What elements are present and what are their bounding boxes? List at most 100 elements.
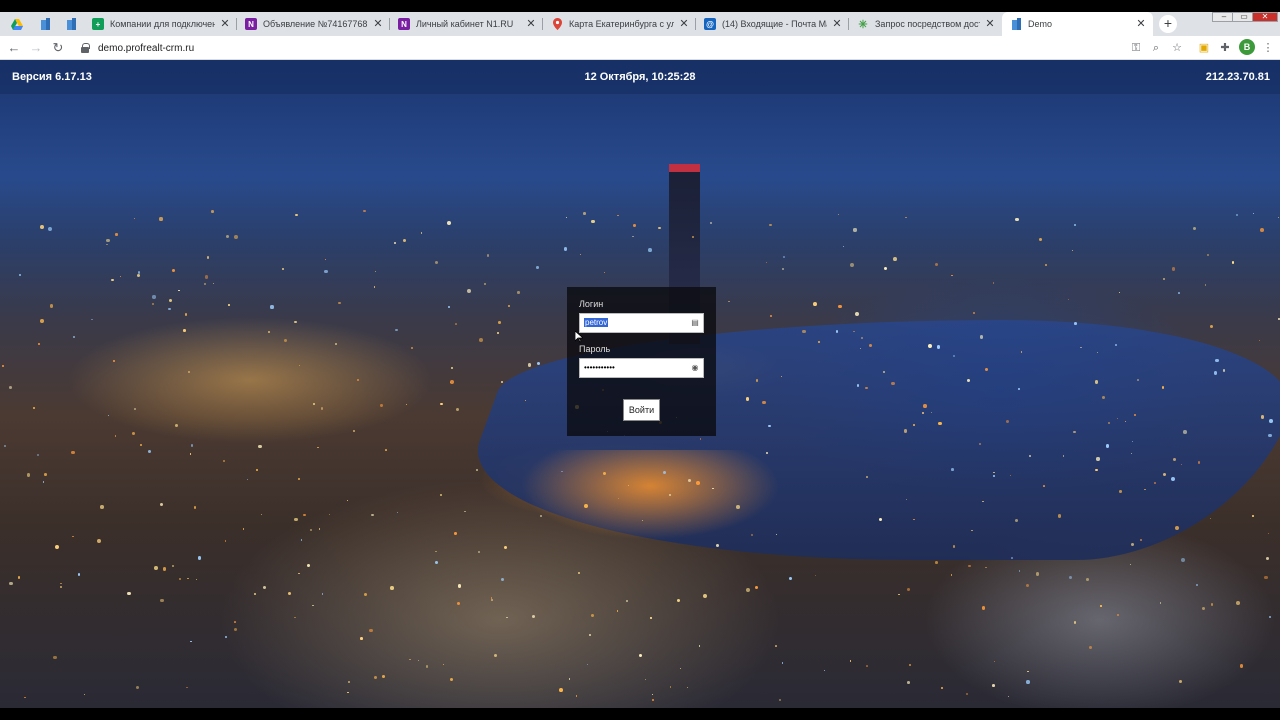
city-light (709, 221, 712, 224)
city-light (698, 644, 701, 647)
city-light (224, 540, 227, 543)
menu-dots-icon[interactable]: ⋮ (1260, 40, 1276, 56)
city-light (370, 513, 374, 517)
close-tab-icon[interactable]: ✕ (678, 18, 690, 30)
close-tab-icon[interactable]: ✕ (1135, 18, 1147, 30)
city-light (318, 528, 321, 531)
city-light (268, 330, 271, 333)
city-light (256, 468, 259, 471)
city-light (242, 527, 245, 530)
autofill-card-icon[interactable]: ▤ (690, 318, 700, 328)
n1-icon: N (245, 18, 257, 30)
reload-button[interactable]: ↻ (49, 39, 67, 57)
city-light (108, 415, 110, 417)
login-label: Логин (579, 299, 604, 309)
close-tab-icon[interactable]: ✕ (984, 18, 996, 30)
city-light (347, 691, 349, 694)
city-light (1207, 253, 1210, 256)
city-light (134, 408, 136, 411)
city-light (1085, 578, 1089, 581)
city-light (382, 674, 386, 678)
city-light (632, 235, 635, 238)
zoom-icon[interactable]: ⌕ (1148, 40, 1164, 56)
profile-avatar[interactable]: B (1239, 39, 1255, 55)
city-light (320, 406, 324, 410)
city-light (53, 655, 58, 660)
eye-icon[interactable]: ◉ (690, 363, 700, 373)
tab-map[interactable]: Карта Екатеринбурга с улица ✕ (543, 12, 696, 36)
close-tab-icon[interactable]: ✕ (372, 18, 384, 30)
extensions-puzzle-icon[interactable]: ✚ (1217, 40, 1233, 56)
city-light (616, 610, 619, 612)
forward-button[interactable]: → (27, 39, 45, 57)
back-button[interactable]: ← (5, 39, 23, 57)
city-light (1195, 583, 1198, 587)
tab-request[interactable]: ✳ Запрос посредством доступа ✕ (849, 12, 1002, 36)
city-light (32, 406, 36, 410)
city-light (477, 551, 481, 554)
city-light (503, 546, 507, 550)
tab-mail[interactable]: @ (14) Входящие - Почта Mail.ru ✕ (696, 12, 849, 36)
city-light (1007, 695, 1010, 698)
pinned-tab-crm-2[interactable] (58, 12, 84, 36)
city-light (626, 599, 629, 603)
city-light (168, 308, 171, 311)
city-light (1204, 283, 1207, 286)
city-light (586, 664, 588, 666)
pinned-tab-drive[interactable] (4, 12, 30, 36)
city-light (490, 599, 493, 601)
city-light (126, 591, 131, 596)
close-tab-icon[interactable]: ✕ (831, 18, 843, 30)
city-light (357, 379, 359, 381)
city-light (395, 328, 398, 332)
city-light (364, 592, 368, 596)
password-input[interactable]: ••••••••••• ◉ (579, 358, 704, 378)
close-window-button[interactable]: ✕ (1252, 12, 1278, 22)
city-light (575, 695, 578, 697)
city-light (953, 545, 956, 548)
city-light (458, 584, 462, 588)
new-tab-button[interactable]: + (1159, 15, 1177, 33)
city-light (778, 698, 782, 702)
city-light (566, 216, 568, 218)
close-tab-icon[interactable]: ✕ (525, 18, 537, 30)
login-form: Логин petrov ▤ Пароль ••••••••••• ◉ Войт… (567, 287, 716, 436)
city-light (410, 346, 414, 349)
tab-listing[interactable]: N Объявление №74167768 - ар ✕ (237, 12, 390, 36)
city-light (338, 301, 342, 305)
city-light (3, 444, 6, 448)
tab-companies[interactable]: + Компании для подключения ✕ (84, 12, 237, 36)
city-light (298, 572, 300, 575)
city-light (363, 210, 366, 213)
city-light (1183, 430, 1187, 435)
city-light (935, 263, 939, 267)
city-light (669, 686, 672, 689)
key-icon[interactable]: ⚿ (1128, 40, 1144, 56)
city-light (907, 681, 911, 685)
address-bar[interactable]: demo.profrealt-crm.ru (74, 38, 1174, 58)
bookmark-star-icon[interactable]: ☆ (1169, 40, 1185, 56)
city-light (774, 645, 777, 648)
extension-notes-icon[interactable]: ▣ (1196, 40, 1212, 56)
city-light (97, 538, 102, 543)
city-light (59, 585, 62, 589)
tab-n1-cabinet[interactable]: N Личный кабинет N1.RU ✕ (390, 12, 543, 36)
city-light (71, 450, 75, 455)
maps-pin-icon (551, 18, 563, 30)
city-light (189, 453, 192, 455)
city-light (84, 694, 86, 696)
pinned-tab-crm[interactable] (32, 12, 58, 36)
login-submit-button[interactable]: Войти (623, 399, 660, 421)
tab-demo[interactable]: Demo ✕ (1002, 12, 1153, 36)
city-light (1172, 267, 1176, 271)
arrow-right-icon: → (29, 40, 43, 55)
city-light (669, 494, 671, 496)
city-light (934, 560, 938, 564)
close-tab-icon[interactable]: ✕ (219, 18, 231, 30)
building-icon (66, 18, 76, 30)
city-light (294, 517, 298, 522)
city-light (1119, 291, 1121, 293)
login-input[interactable]: petrov ▤ (579, 313, 704, 333)
city-light (905, 216, 907, 219)
city-light (754, 585, 758, 589)
